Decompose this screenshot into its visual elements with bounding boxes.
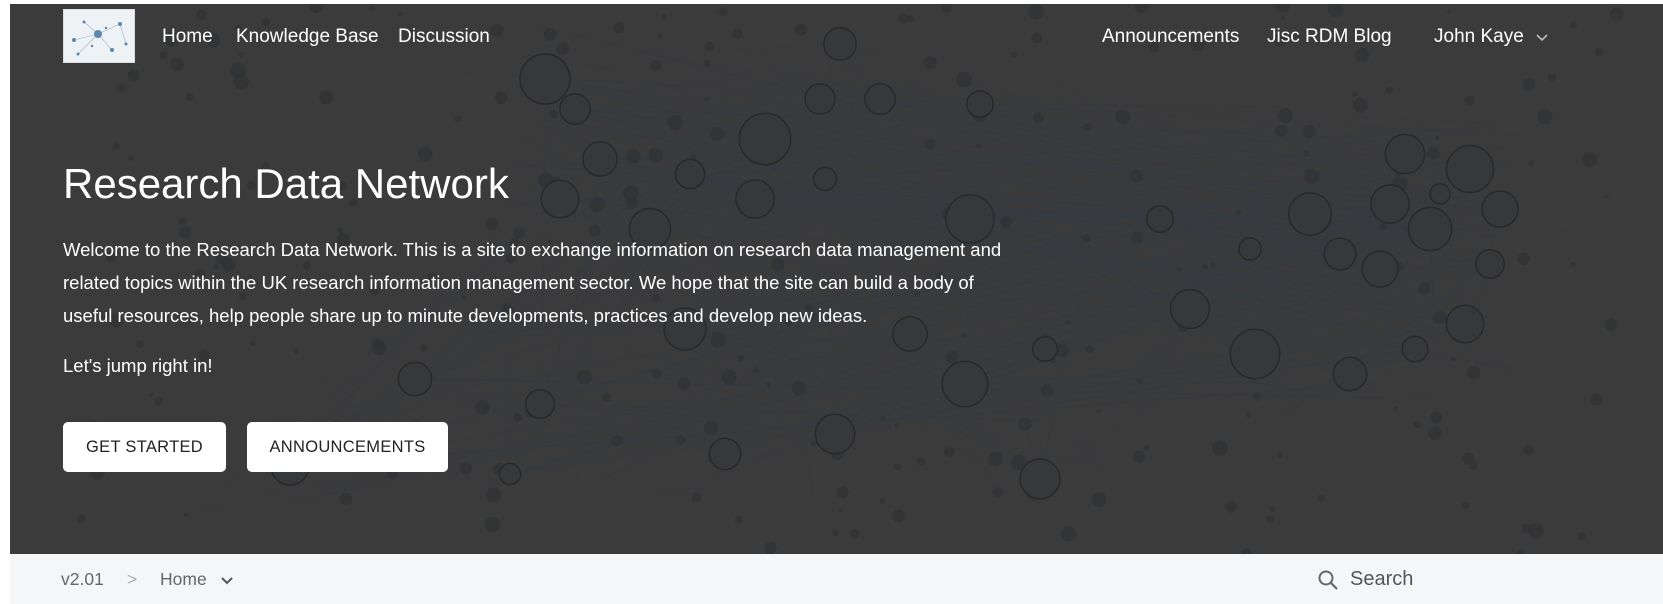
hero-banner: Home Knowledge Base Discussion Announcem… — [10, 4, 1663, 554]
page-title: Research Data Network — [63, 160, 509, 207]
search-input[interactable] — [1350, 564, 1650, 594]
network-graph-logo-icon — [72, 20, 128, 56]
version-label: v2.01 — [61, 569, 104, 589]
nav-home[interactable]: Home — [162, 26, 213, 48]
nav-knowledge-base[interactable]: Knowledge Base — [236, 26, 379, 48]
chevron-down-icon — [220, 577, 233, 585]
user-menu[interactable]: John Kaye — [1434, 26, 1549, 48]
breadcrumb-current-page[interactable]: Home — [160, 569, 234, 590]
breadcrumb-bar: v2.01 > Home — [10, 554, 1663, 604]
nav-discussion[interactable]: Discussion — [398, 26, 490, 48]
get-started-button[interactable]: GET STARTED — [63, 422, 226, 472]
hero-cta-text: Let's jump right in! — [63, 355, 213, 376]
search-icon — [1318, 570, 1338, 590]
nav-jisc-rdm-blog[interactable]: Jisc RDM Blog — [1267, 26, 1392, 48]
breadcrumb-home-label: Home — [160, 569, 207, 589]
page-frame: Home Knowledge Base Discussion Announcem… — [10, 4, 1663, 604]
hero-description: Welcome to the Research Data Network. Th… — [63, 239, 1002, 326]
site-logo[interactable] — [63, 9, 135, 63]
breadcrumb-separator: > — [127, 569, 138, 589]
announcements-button[interactable]: ANNOUNCEMENTS — [247, 422, 448, 472]
nav-announcements[interactable]: Announcements — [1102, 26, 1239, 48]
user-name: John Kaye — [1434, 26, 1524, 47]
chevron-down-icon — [1536, 34, 1548, 42]
